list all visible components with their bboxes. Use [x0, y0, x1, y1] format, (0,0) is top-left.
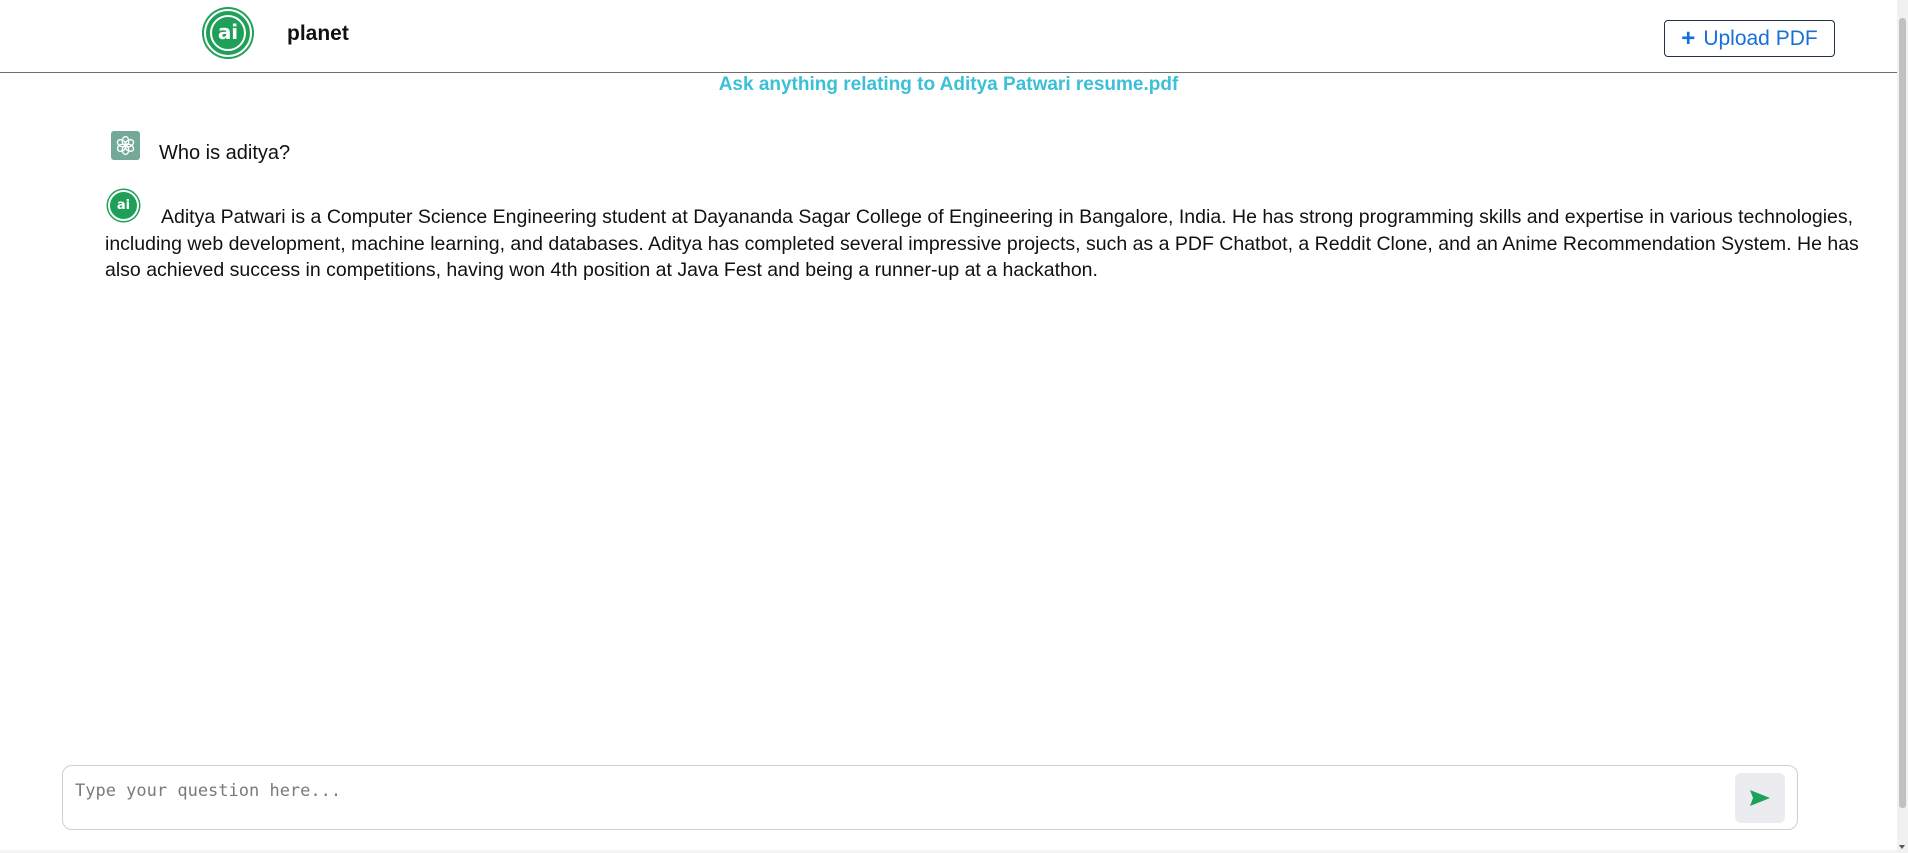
question-input[interactable] — [75, 776, 1715, 806]
question-composer — [62, 765, 1798, 830]
upload-pdf-label: Upload PDF — [1703, 26, 1818, 50]
chat-page: ai planet + Upload PDF Ask anything rela… — [0, 0, 1908, 853]
send-button[interactable] — [1735, 773, 1785, 823]
app-logo[interactable]: ai — [204, 9, 252, 57]
upload-pdf-button[interactable]: + Upload PDF — [1664, 20, 1835, 57]
scrollbar-thumb[interactable] — [1899, 18, 1906, 808]
scroll-down-arrow-icon[interactable] — [1899, 845, 1905, 849]
logo-mark: ai — [210, 15, 246, 51]
send-icon — [1750, 790, 1770, 806]
user-message-text: Who is aditya? — [159, 142, 291, 164]
vertical-scrollbar[interactable] — [1897, 0, 1908, 853]
document-prompt-title: Ask anything relating to Aditya Patwari … — [718, 74, 1179, 95]
user-message: Who is aditya? — [111, 131, 290, 164]
plus-icon: + — [1681, 24, 1696, 52]
top-bar: ai planet + Upload PDF — [0, 0, 1897, 73]
assistant-message-text: Aditya Patwari is a Computer Science Eng… — [105, 206, 1859, 281]
app-name: planet — [287, 22, 349, 45]
openai-icon — [111, 131, 140, 160]
